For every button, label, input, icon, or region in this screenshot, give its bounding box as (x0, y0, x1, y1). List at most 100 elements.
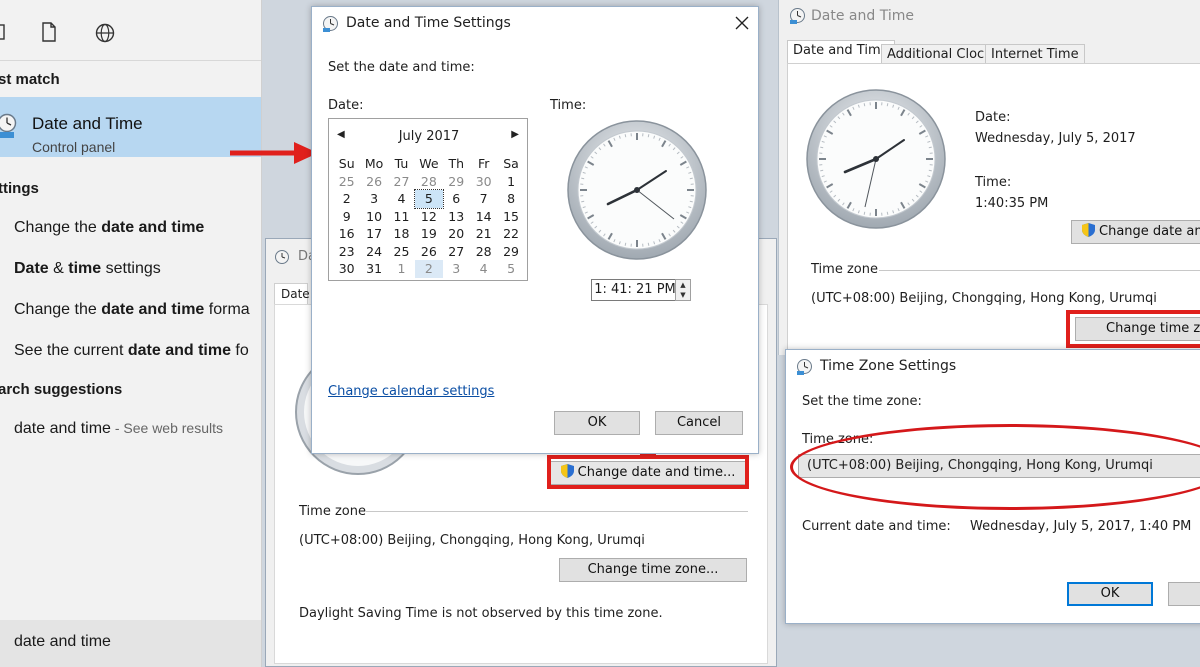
result-change-date-time-format[interactable]: Change the date and time forma (14, 301, 250, 319)
calendar-day[interactable]: 1 (388, 260, 415, 278)
calendar-day[interactable]: 2 (415, 260, 443, 278)
result-text-bold: date and time (101, 219, 205, 236)
document-icon[interactable] (40, 22, 58, 42)
cancel-button[interactable] (1168, 582, 1200, 606)
ok-button[interactable]: OK (1067, 582, 1153, 606)
calendar-month[interactable]: July 2017 (329, 129, 529, 144)
tab-date-and-time[interactable]: Date (274, 283, 310, 305)
web-suggestion-date-and-time[interactable]: date and time - See web results (14, 420, 223, 438)
calendar-day[interactable]: 1 (497, 173, 524, 191)
calendar-grid: Su Mo Tu We Th Fr Sa 25 26 27 28 29 30 1 2 3 4 5 6 7 8 9 10 11 1… (333, 155, 525, 278)
change-calendar-settings-link[interactable]: Change calendar settings (328, 384, 494, 399)
calendar-week: 2345678 (333, 189, 525, 209)
search-suggestions-header: arch suggestions (0, 381, 123, 398)
calendar[interactable]: ◀ July 2017 ▶ Su Mo Tu We Th Fr Sa 25 26 27 28 29 30… (328, 118, 528, 281)
weekday-label: Th (448, 156, 465, 171)
search-box[interactable]: date and time (0, 620, 261, 667)
clock-tick (863, 103, 866, 107)
weekday-label: Sa (503, 156, 519, 171)
result-date-time-settings[interactable]: Date & time settings (14, 260, 161, 278)
result-text: & (48, 260, 69, 277)
calendar-day[interactable]: 15 (497, 208, 524, 226)
result-see-current-date-time[interactable]: See the current date and time fo (14, 342, 249, 360)
calendar-day[interactable]: 24 (360, 243, 387, 261)
calendar-day[interactable]: 26 (415, 243, 442, 261)
clock-app-icon (275, 250, 289, 264)
calendar-day[interactable]: 21 (470, 225, 497, 243)
calendar-day[interactable]: 9 (333, 208, 360, 226)
calendar-day[interactable]: 12 (415, 208, 442, 226)
time-label: Time: (550, 98, 587, 113)
globe-icon[interactable] (94, 22, 116, 44)
calendar-day[interactable]: 5 (497, 260, 524, 278)
settings-header: ttings (0, 180, 39, 197)
change-date-and-time-button[interactable]: Change date and (1071, 220, 1200, 244)
calendar-day[interactable]: 10 (360, 208, 387, 226)
result-text: forma (204, 301, 250, 318)
calendar-day[interactable]: 31 (360, 260, 387, 278)
calendar-day[interactable]: 29 (443, 173, 470, 191)
cancel-button[interactable]: Cancel (655, 411, 743, 435)
calendar-day[interactable]: 3 (360, 190, 387, 208)
clock-tick (581, 177, 585, 180)
time-spinner[interactable]: ▲ ▼ (675, 279, 691, 301)
button-label: Change date and (1099, 224, 1200, 239)
calendar-day[interactable]: 28 (415, 173, 442, 191)
calendar-week: 16 17 18 19 20 21 22 (333, 225, 525, 243)
date-value: Wednesday, July 5, 2017 (975, 131, 1136, 146)
calendar-day[interactable]: 18 (388, 225, 415, 243)
calendar-day[interactable]: 17 (360, 225, 387, 243)
clock-tick (647, 134, 650, 138)
tab-internet-time[interactable]: Internet Time (985, 44, 1085, 64)
time-input[interactable]: 1: 41: 21 PM (591, 279, 679, 301)
result-change-date-and-time[interactable]: Change the date and time (14, 219, 204, 237)
calendar-day[interactable]: 4 (388, 190, 415, 208)
calendar-day[interactable]: 19 (415, 225, 442, 243)
calendar-day[interactable]: 20 (443, 225, 470, 243)
close-icon[interactable] (735, 16, 749, 30)
calendar-day[interactable]: 16 (333, 225, 360, 243)
calendar-day[interactable]: 14 (470, 208, 497, 226)
best-match-header: st match (0, 71, 60, 88)
calendar-day[interactable]: 2 (333, 190, 360, 208)
calendar-day[interactable]: 27 (388, 173, 415, 191)
calendar-day[interactable]: 13 (443, 208, 470, 226)
weekday-label: Su (338, 156, 355, 171)
result-text: Change the (14, 219, 102, 236)
calendar-day[interactable]: 30 (470, 173, 497, 191)
calendar-day[interactable]: 25 (333, 173, 360, 191)
weekday-label: We (419, 156, 439, 171)
spin-down-icon[interactable]: ▼ (676, 290, 690, 300)
group-divider (366, 511, 748, 512)
calendar-day[interactable]: 26 (360, 173, 387, 191)
calendar-day[interactable]: 28 (470, 243, 497, 261)
change-time-zone-button[interactable]: Change time zone... (559, 558, 747, 582)
highlight-change-date-time (547, 455, 749, 489)
calendar-day[interactable]: 22 (497, 225, 524, 243)
calendar-day[interactable]: 5 (414, 189, 444, 209)
clock-app-icon (797, 359, 812, 375)
calendar-day[interactable]: 29 (497, 243, 524, 261)
calendar-day[interactable]: 25 (388, 243, 415, 261)
calendar-day[interactable]: 23 (333, 243, 360, 261)
result-text-bold: time (68, 260, 102, 277)
best-match-date-and-time[interactable]: Date and Time Control panel (0, 97, 261, 157)
calendar-day[interactable]: 7 (470, 190, 497, 208)
time-label: Time: (975, 175, 1012, 190)
time-zone-value: (UTC+08:00) Beijing, Chongqing, Hong Kon… (811, 291, 1157, 306)
uac-shield-icon (1082, 223, 1095, 237)
spin-up-icon[interactable]: ▲ (676, 280, 690, 290)
calendar-day[interactable]: 3 (443, 260, 470, 278)
calendar-day[interactable]: 4 (470, 260, 497, 278)
clock-tick (689, 177, 693, 180)
search-query[interactable]: date and time (14, 633, 111, 651)
apps-filter-icon[interactable] (0, 22, 8, 42)
next-month-icon[interactable]: ▶ (511, 129, 519, 140)
tab-date-and-time[interactable]: Date and Time (787, 40, 895, 65)
ok-button[interactable]: OK (554, 411, 640, 435)
calendar-day[interactable]: 27 (443, 243, 470, 261)
calendar-day[interactable]: 6 (443, 190, 470, 208)
calendar-day[interactable]: 8 (497, 190, 524, 208)
calendar-day[interactable]: 11 (388, 208, 415, 226)
calendar-day[interactable]: 30 (333, 260, 360, 278)
